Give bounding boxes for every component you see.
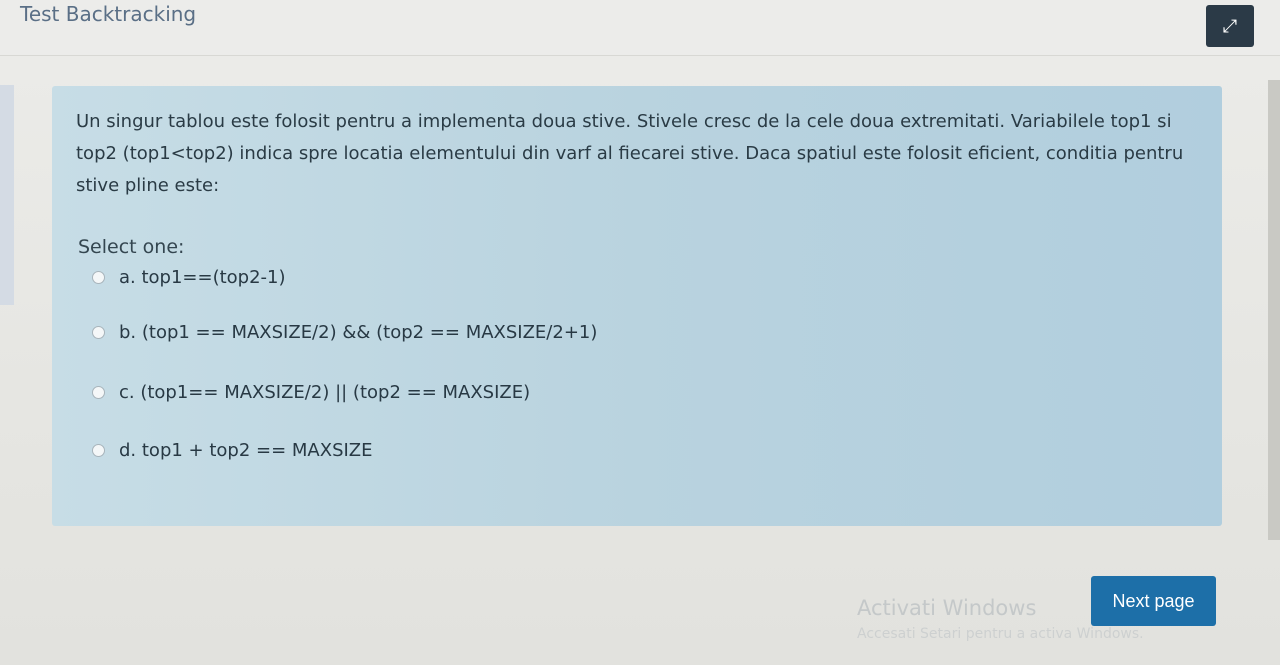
- top-bar: Test Backtracking ⤢: [0, 0, 1280, 56]
- question-text: Un singur tablou este folosit pentru a i…: [76, 111, 1184, 196]
- fullscreen-toggle-button[interactable]: ⤢: [1206, 5, 1254, 47]
- radio-button-b[interactable]: [92, 326, 105, 339]
- answer-option-b[interactable]: b. (top1 == MAXSIZE/2) && (top2 == MAXSI…: [92, 322, 597, 343]
- next-page-button[interactable]: Next page: [1091, 576, 1216, 626]
- select-one-prompt: Select one:: [78, 236, 185, 258]
- radio-button-a[interactable]: [92, 271, 105, 284]
- answer-option-d[interactable]: d. top1 + top2 == MAXSIZE: [92, 440, 373, 461]
- page-scrollbar[interactable]: [1268, 80, 1280, 540]
- radio-button-d[interactable]: [92, 444, 105, 457]
- question-panel: Un singur tablou este folosit pentru a i…: [52, 86, 1222, 526]
- answer-label-d: d. top1 + top2 == MAXSIZE: [119, 440, 373, 461]
- answer-option-c[interactable]: c. (top1== MAXSIZE/2) || (top2 == MAXSIZ…: [92, 382, 530, 403]
- collapse-arrows-icon: ⤢: [1222, 15, 1238, 37]
- answer-label-a: a. top1==(top2-1): [119, 267, 286, 288]
- breadcrumb-test-title[interactable]: Test Backtracking: [20, 2, 196, 26]
- answer-option-a[interactable]: a. top1==(top2-1): [92, 267, 286, 288]
- answer-label-c: c. (top1== MAXSIZE/2) || (top2 == MAXSIZ…: [119, 382, 531, 403]
- answer-label-b: b. (top1 == MAXSIZE/2) && (top2 == MAXSI…: [119, 322, 598, 343]
- windows-activation-watermark-title: Activati Windows: [857, 596, 1037, 620]
- quiz-page: Test Backtracking ⤢ Un singur tablou est…: [0, 0, 1280, 665]
- radio-button-c[interactable]: [92, 386, 105, 399]
- windows-activation-watermark-subtitle: Accesati Setari pentru a activa Windows.: [857, 626, 1144, 642]
- left-panel-edge: [0, 85, 14, 305]
